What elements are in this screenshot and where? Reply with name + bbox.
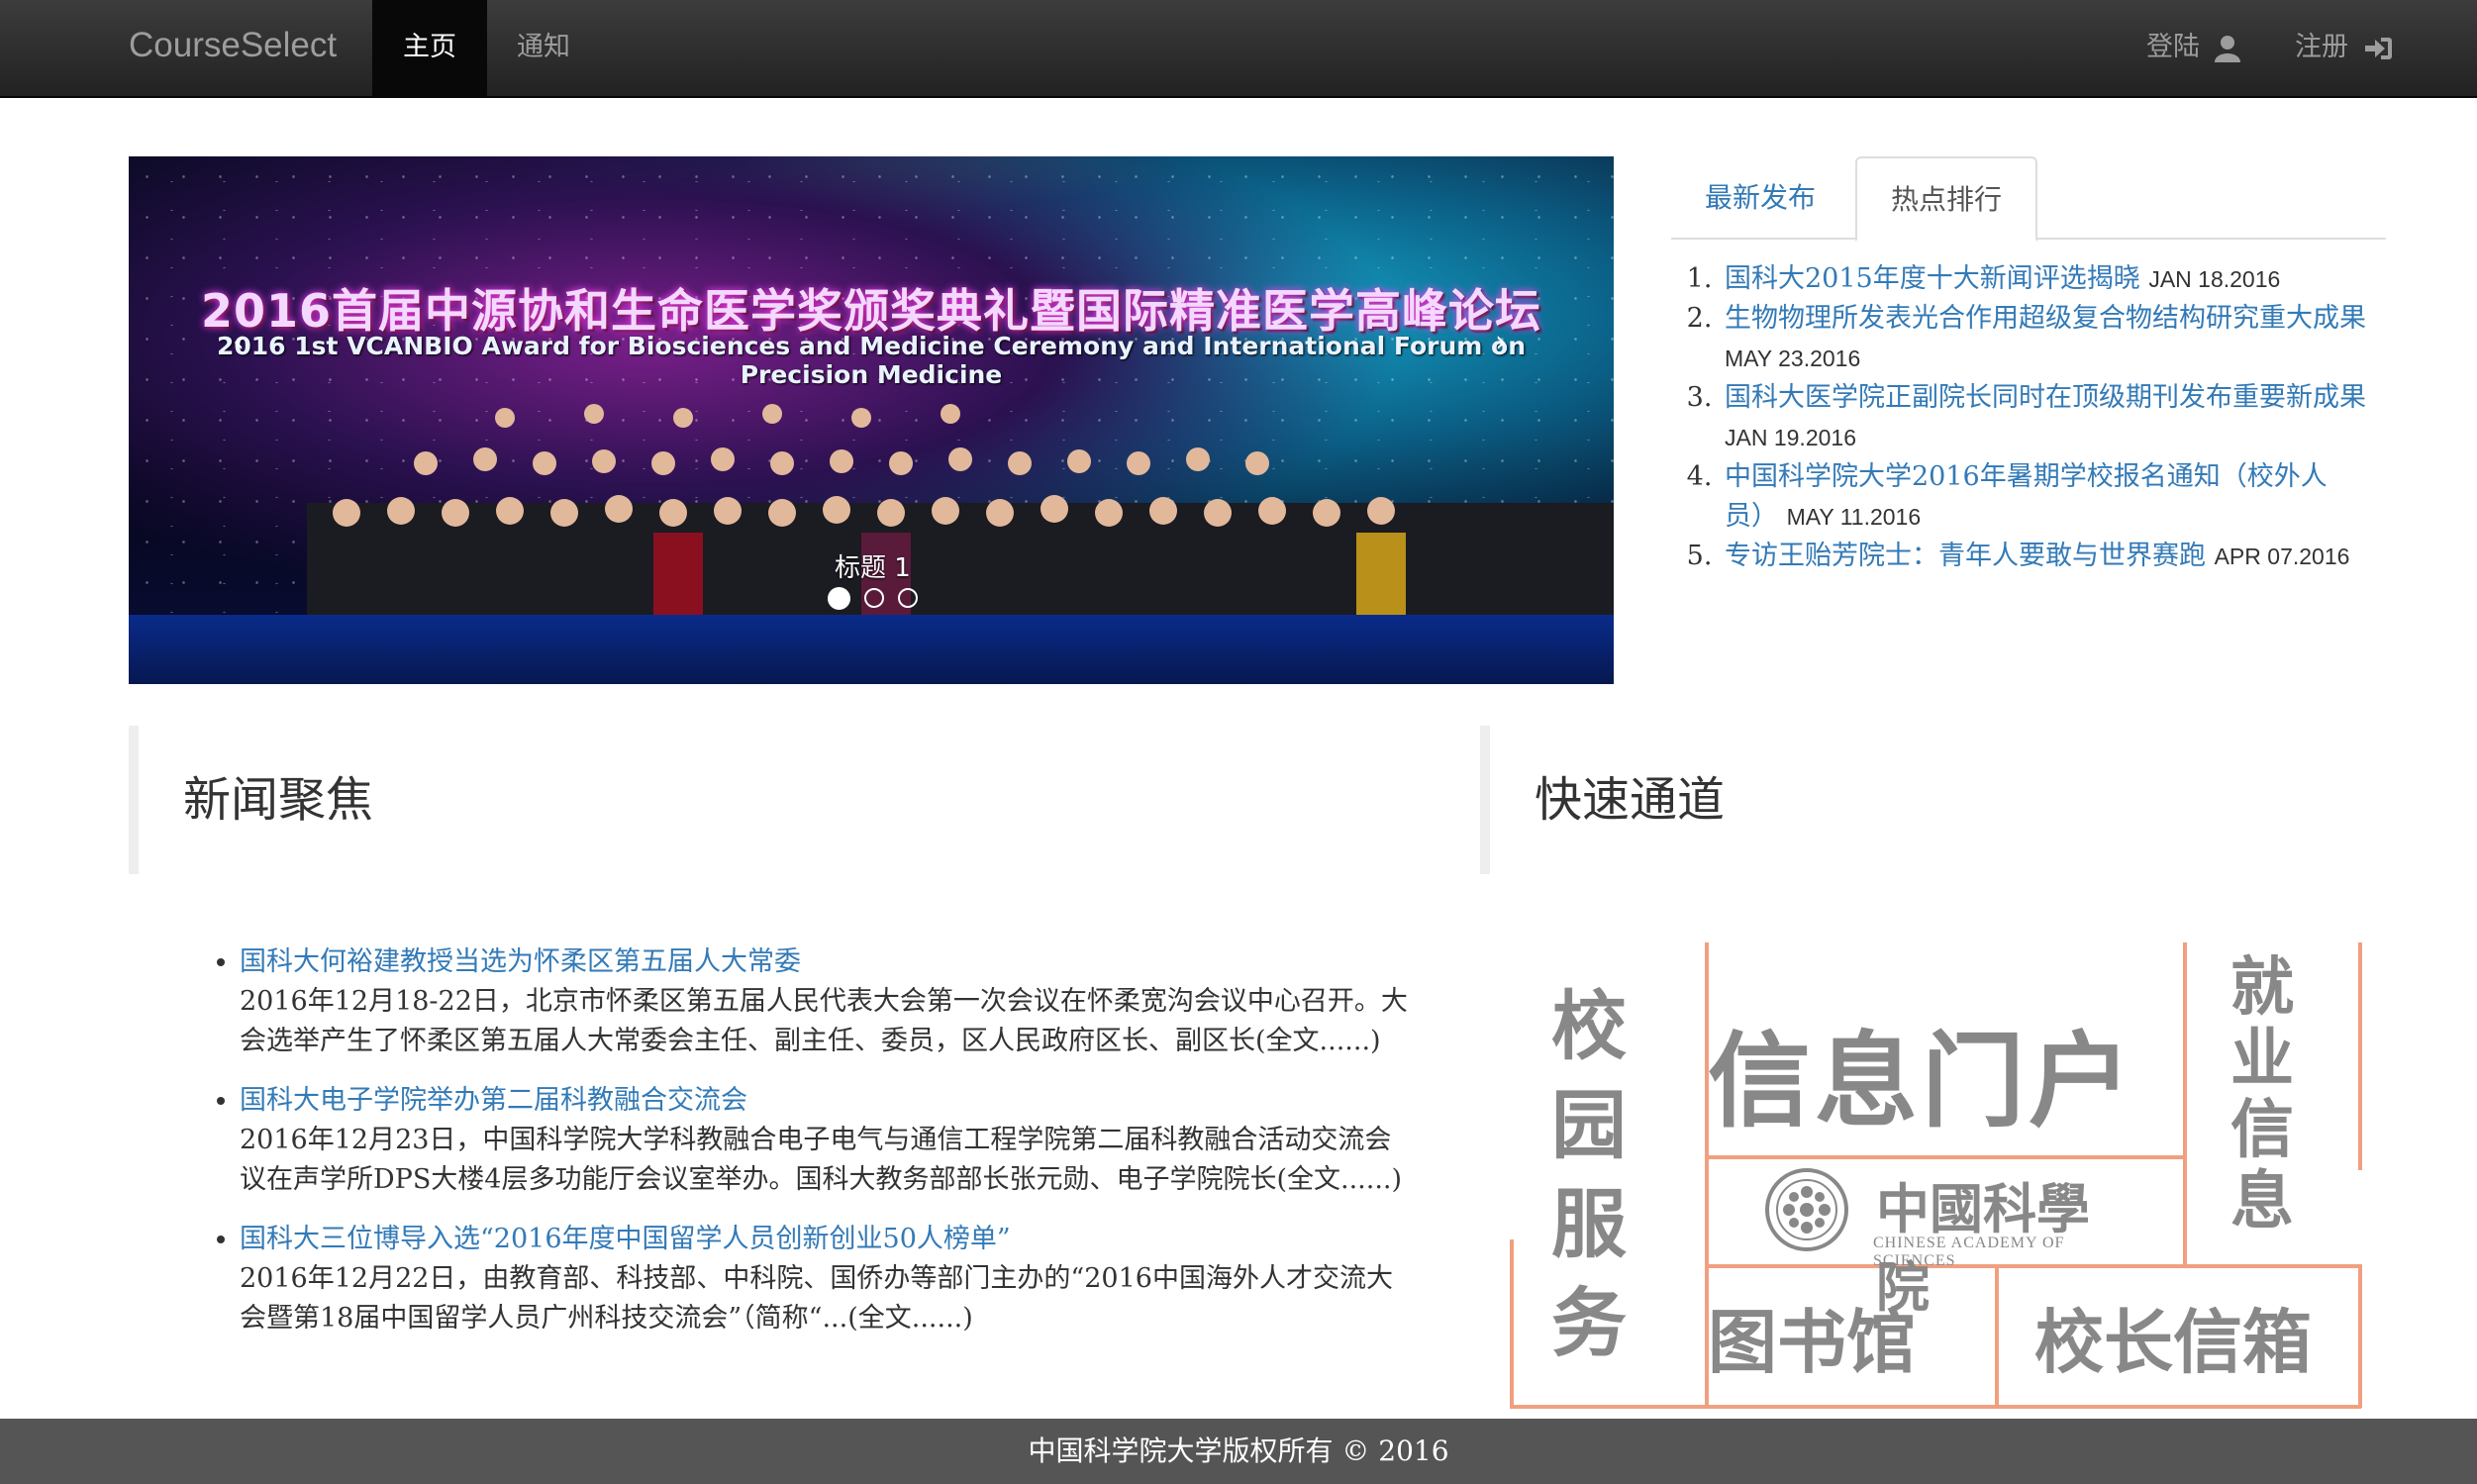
divider xyxy=(2358,1264,2362,1408)
cas-emblem-icon xyxy=(1765,1168,1848,1251)
top-navbar: CourseSelect 主页 通知 登陆 注册 xyxy=(0,0,2477,98)
tab-hot[interactable]: 热点排行 xyxy=(1855,156,2038,242)
hot-item-date: APR 07.2016 xyxy=(2214,544,2350,569)
news-item-link[interactable]: 国科大何裕建教授当选为怀柔区第五届人大常委 xyxy=(240,946,801,977)
banner-title-en: 2016 1st VCANBIO Award for Biosciences a… xyxy=(216,332,1527,389)
list-item: 国科大2015年度十大新闻评选揭晓 JAN 18.2016 xyxy=(1721,259,2374,299)
news-heading: 新闻聚焦 xyxy=(129,726,1485,874)
news-list: 国科大何裕建教授当选为怀柔区第五届人大常委 2016年12月18-22日，北京市… xyxy=(240,942,1408,1358)
news-item-link[interactable]: 国科大电子学院举办第二届科教融合交流会 xyxy=(240,1085,747,1116)
register-label: 注册 xyxy=(2295,32,2348,62)
hot-item-link[interactable]: 国科大医学院正副院长同时在顶级期刊发布重要新成果 xyxy=(1725,382,2366,413)
list-item: 国科大电子学院举办第二届科教融合交流会 2016年12月23日，中国科学院大学科… xyxy=(240,1081,1408,1200)
list-item: 国科大医学院正副院长同时在顶级期刊发布重要新成果 JAN 19.2016 xyxy=(1721,378,2374,457)
carousel-indicator-3[interactable] xyxy=(898,588,919,608)
tab-latest[interactable]: 最新发布 xyxy=(1671,156,1849,240)
quick-access-grid: 校园服务 信息门户 就业信息 图书馆 校长信箱 中國科學院 CHINESE AC… xyxy=(1510,942,2366,1410)
news-item-summary: 2016年12月18-22日，北京市怀柔区第五届人民代表大会第一次会议在怀柔宽沟… xyxy=(240,986,1408,1056)
cas-name-en: CHINESE ACADEMY OF SCIENCES xyxy=(1873,1235,2065,1269)
carousel-caption: 标题 1 xyxy=(835,553,911,583)
divider xyxy=(2183,942,2187,1264)
divider xyxy=(1510,1405,2361,1409)
hot-ranking-list: 国科大2015年度十大新闻评选揭晓 JAN 18.2016 生物物理所发表光合作… xyxy=(1721,259,2374,576)
nav-home[interactable]: 主页 xyxy=(372,0,487,96)
news-item-summary: 2016年12月23日，中国科学院大学科教融合电子电气与通信工程学院第二届科教融… xyxy=(240,1125,1403,1195)
nav-register[interactable]: 注册 xyxy=(2295,0,2393,96)
hot-item-date: MAY 23.2016 xyxy=(1725,346,1861,371)
quick-access-heading: 快速通道 xyxy=(1480,726,1955,874)
stage-floor xyxy=(129,615,1614,684)
hot-item-link[interactable]: 生物物理所发表光合作用超级复合物结构研究重大成果 xyxy=(1725,303,2366,334)
cas-logo[interactable]: 中國科學院 CHINESE ACADEMY OF SCIENCES xyxy=(1762,1165,2138,1319)
news-item-summary: 2016年12月22日，由教育部、科技部、中科院、国侨办等部门主办的“2016中… xyxy=(240,1263,1393,1334)
hot-item-link[interactable]: 专访王贻芳院士：青年人要敢与世界赛跑 xyxy=(1725,541,2206,571)
carousel-indicator-1[interactable] xyxy=(828,587,850,610)
image-carousel[interactable]: 2016首届中源协和生命医学奖颁奖典礼暨国际精准医学高峰论坛 2016 1st … xyxy=(129,156,1614,684)
carousel-indicator-2[interactable] xyxy=(864,588,885,608)
divider xyxy=(1705,1155,2183,1159)
list-item: 生物物理所发表光合作用超级复合物结构研究重大成果 MAY 23.2016 xyxy=(1721,299,2374,378)
news-tabs: 最新发布 热点排行 xyxy=(1671,156,2386,242)
career-info-link[interactable]: 就业信息 xyxy=(2223,952,2302,1237)
carousel-next-button[interactable]: › xyxy=(1495,325,1507,359)
info-portal-link[interactable]: 信息门户 xyxy=(1708,997,2135,1146)
sign-in-icon xyxy=(2364,37,2392,59)
login-label: 登陆 xyxy=(2146,32,2200,62)
carousel-indicators xyxy=(828,587,927,612)
list-item: 中国科学院大学2016年暑期学校报名通知（校外人员） MAY 11.2016 xyxy=(1721,457,2374,537)
divider xyxy=(2358,942,2362,1170)
campus-service-link[interactable]: 校园服务 xyxy=(1539,977,1638,1373)
carousel-prev-button[interactable]: ‹ xyxy=(233,325,245,359)
user-icon xyxy=(2214,35,2240,62)
news-item-link[interactable]: 国科大三位博导入选“2016年度中国留学人员创新创业50人榜单” xyxy=(240,1224,1011,1254)
hot-item-date: JAN 19.2016 xyxy=(1725,425,1856,450)
brand-link[interactable]: CourseSelect xyxy=(129,26,337,65)
hot-item-date: MAY 11.2016 xyxy=(1786,504,1922,530)
list-item: 专访王贻芳院士：青年人要敢与世界赛跑 APR 07.2016 xyxy=(1721,537,2374,576)
hot-item-link[interactable]: 国科大2015年度十大新闻评选揭晓 xyxy=(1725,263,2140,294)
list-item: 国科大三位博导入选“2016年度中国留学人员创新创业50人榜单” 2016年12… xyxy=(240,1220,1408,1338)
divider xyxy=(1510,1239,1514,1408)
nav-login[interactable]: 登陆 xyxy=(2146,0,2240,96)
footer-copyright: 中国科学院大学版权所有 © 2016 xyxy=(0,1419,2477,1484)
hot-item-date: JAN 18.2016 xyxy=(2148,266,2281,292)
nav-notice[interactable]: 通知 xyxy=(517,0,570,96)
list-item: 国科大何裕建教授当选为怀柔区第五届人大常委 2016年12月18-22日，北京市… xyxy=(240,942,1408,1061)
